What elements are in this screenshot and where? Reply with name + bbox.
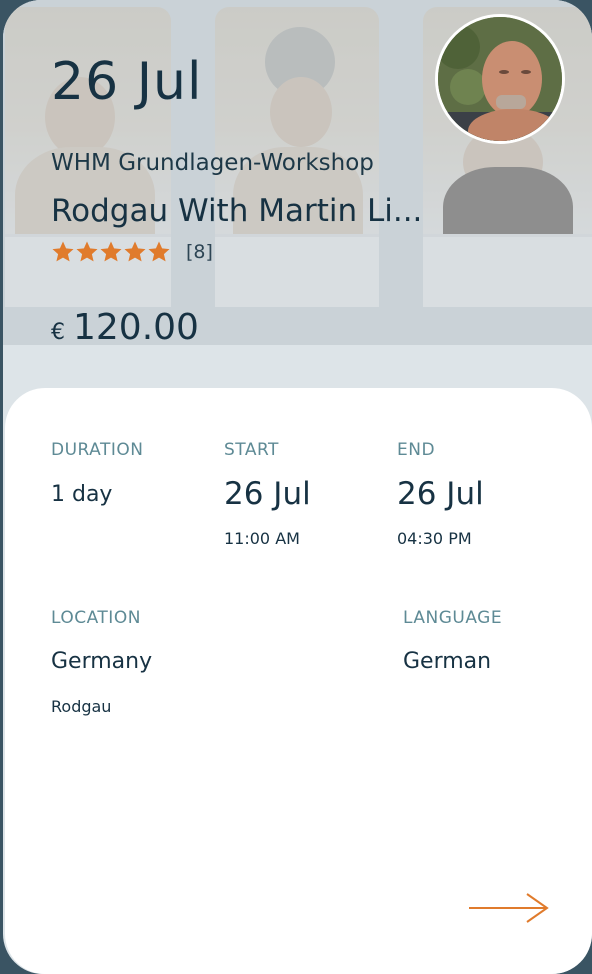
price-amount: 120.00 (73, 307, 199, 345)
price: € 120.00 (51, 307, 199, 345)
event-title: Rodgau With Martin Li... (51, 193, 423, 229)
event-card[interactable]: 26 Jul WHM Grundlagen-Workshop Rodgau Wi… (3, 0, 592, 974)
star-icon (76, 241, 98, 262)
star-icon (52, 241, 74, 262)
star-icon (148, 241, 170, 262)
start-time: 11:00 AM (224, 529, 300, 548)
start-date: 26 Jul (224, 476, 311, 512)
host-avatar-image (438, 17, 562, 141)
rating: [8] (51, 240, 213, 264)
end-label: END (397, 440, 436, 460)
location-country: Germany (51, 649, 153, 674)
language-label: LANGUAGE (403, 608, 503, 628)
event-date: 26 Jul (51, 52, 203, 112)
star-icon (100, 241, 122, 262)
price-currency: € (51, 320, 65, 345)
duration-label: DURATION (51, 440, 144, 460)
language-value: German (403, 649, 492, 674)
star-icon (124, 241, 146, 262)
event-subtitle: WHM Grundlagen-Workshop (51, 150, 374, 176)
end-time: 04:30 PM (397, 529, 472, 548)
duration-value: 1 day (51, 482, 113, 507)
location-city: Rodgau (51, 697, 112, 716)
end-date: 26 Jul (397, 476, 484, 512)
start-label: START (224, 440, 279, 460)
details-sheet: DURATION 1 day START 26 Jul 11:00 AM END… (5, 388, 592, 974)
host-avatar[interactable] (435, 14, 565, 144)
location-label: LOCATION (51, 608, 141, 628)
arrow-right-icon[interactable] (467, 888, 551, 928)
rating-count: [8] (186, 241, 213, 263)
